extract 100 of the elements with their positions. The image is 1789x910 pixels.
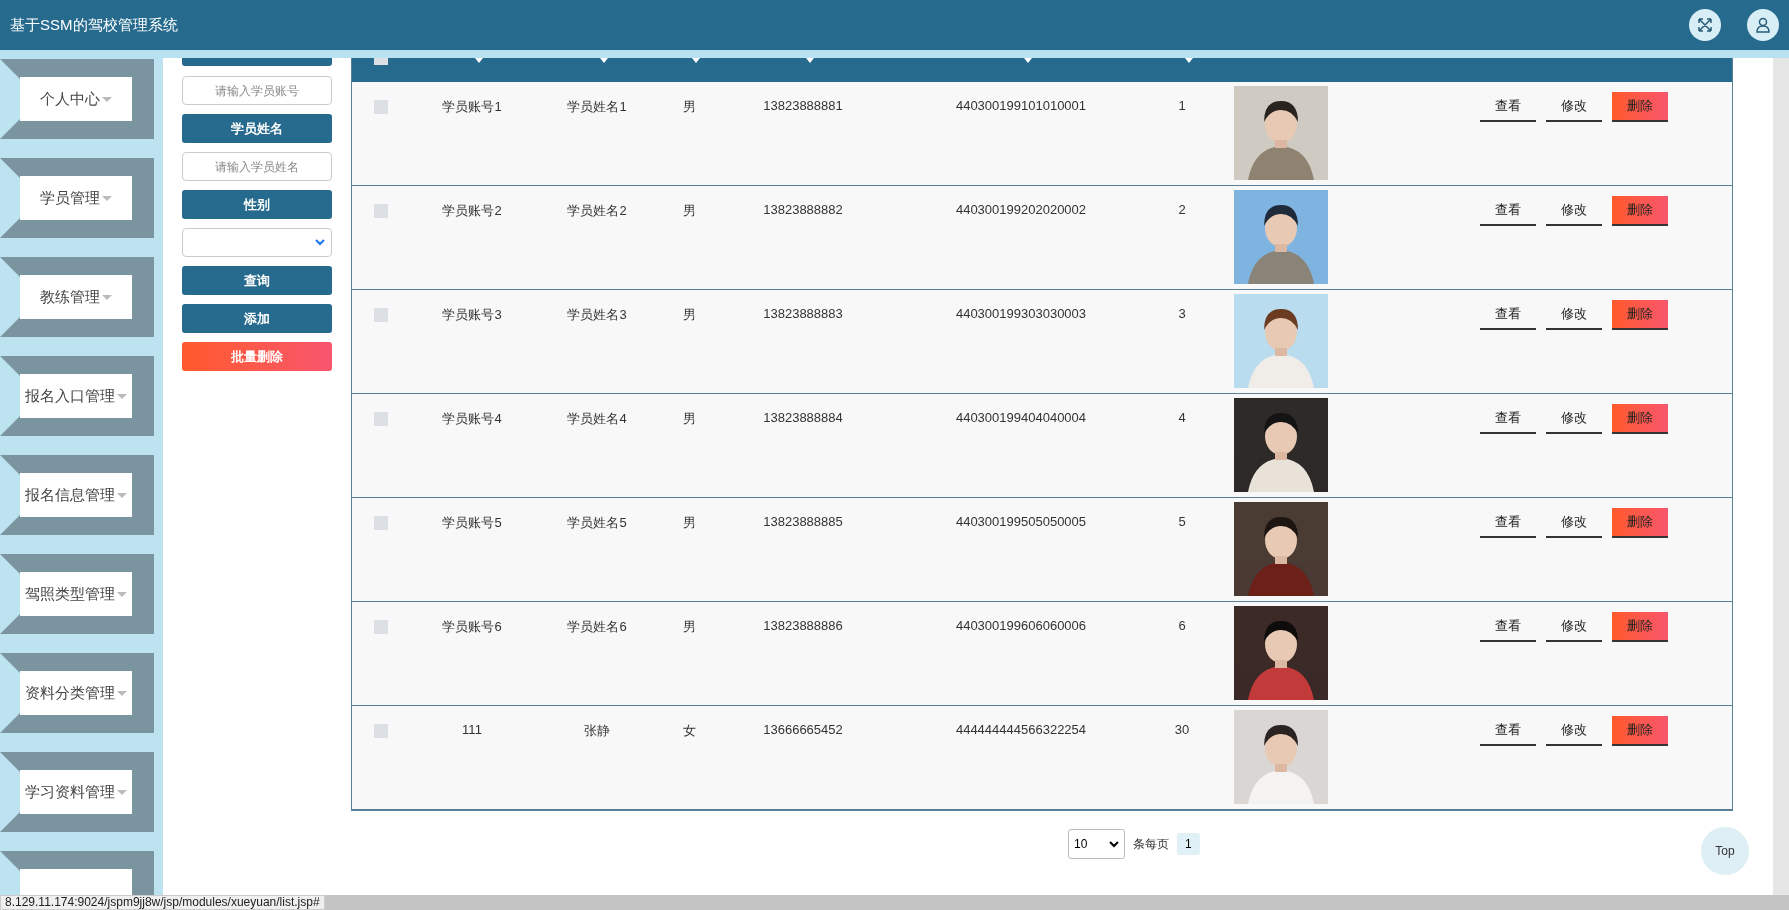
per-page-label: 条每页 [1133,835,1169,853]
sort-icon[interactable] [475,58,483,63]
status-url: 8.129.11.174:9024/jspm9jj8w/jsp/modules/xueyuan/list.jsp# [0,895,325,910]
table-cell-text: 5 [1177,513,1187,531]
table-cell-text: 6 [1177,617,1187,635]
table-cell-text: 13823888883 [762,305,844,323]
checkbox[interactable] [374,58,388,65]
table-cell-text: 444444444566322254 [954,721,1088,739]
table-cell-text: 学员姓名4 [566,410,628,428]
table-cell-text: 440300199505050005 [954,513,1088,531]
menu-item[interactable]: 报名信息管理 [0,455,154,535]
checkbox[interactable] [374,620,388,634]
view-button[interactable]: 查看 [1480,404,1536,434]
vertical-scrollbar[interactable] [1773,58,1789,895]
checkbox[interactable] [374,100,388,114]
view-button[interactable]: 查看 [1480,196,1536,226]
edit-button[interactable]: 修改 [1546,300,1602,330]
delete-button[interactable]: 删除 [1612,404,1668,434]
input-field[interactable]: 请输入学员姓名 [182,152,332,181]
checkbox[interactable] [374,308,388,322]
user-icon[interactable] [1747,9,1779,41]
table-cell-text: 学员账号6 [441,618,503,636]
action-button[interactable]: 查询 [182,266,332,295]
table-cell-text: 13823888884 [762,409,844,427]
menu-item[interactable]: 驾照类型管理 [0,554,154,634]
delete-button[interactable]: 删除 [1612,612,1668,642]
table-cell-text: 13823888886 [762,617,844,635]
delete-button[interactable]: 删除 [1612,196,1668,226]
view-button[interactable]: 查看 [1480,716,1536,746]
view-button[interactable]: 查看 [1480,612,1536,642]
horizontal-scrollbar[interactable] [324,895,1789,910]
sort-icon[interactable] [1185,58,1193,63]
table-cell-text: 学员账号2 [441,202,503,220]
table-cell-text: 13666665452 [762,721,844,739]
delete-button[interactable]: 删除 [1612,508,1668,538]
field-label: 性别 [182,190,332,219]
menu-item[interactable]: 个人中心 [0,59,154,139]
checkbox[interactable] [374,724,388,738]
table-cell-text: 1 [1177,97,1187,115]
input-field[interactable]: 请输入学员账号 [182,76,332,105]
table-cell-text: 男 [681,98,697,116]
menu-item[interactable]: 报名入口管理 [0,356,154,436]
menu-item[interactable]: 资料分类管理 [0,653,154,733]
table-cell-text: 111 [461,721,483,739]
view-button[interactable]: 查看 [1480,92,1536,122]
field-label: 学员姓名 [182,114,332,143]
chevron-icon [1109,840,1119,848]
table-cell-text: 13823888882 [762,201,844,219]
edit-button[interactable]: 修改 [1546,716,1602,746]
view-button[interactable]: 查看 [1480,300,1536,330]
table-cell-text: 440300199606060006 [954,617,1088,635]
edit-button[interactable]: 修改 [1546,508,1602,538]
checkbox[interactable] [374,516,388,530]
sort-icon[interactable] [600,58,608,63]
table-cell-text: 440300199404040004 [954,409,1088,427]
menu-item[interactable]: 学习资料管理 [0,752,154,832]
view-button[interactable]: 查看 [1480,508,1536,538]
table-cell-text: 学员姓名3 [566,306,628,324]
select-field[interactable] [182,228,332,257]
table-cell-text: 13823888881 [762,97,844,115]
table-cell-text: 440300199303030003 [954,305,1088,323]
table-cell-text: 学员姓名2 [566,202,628,220]
checkbox[interactable] [374,204,388,218]
back-to-top-button[interactable]: Top [1701,827,1749,875]
edit-button[interactable]: 修改 [1546,404,1602,434]
table-cell-text: 男 [681,410,697,428]
table-cell-text: 440300199101010001 [954,97,1088,115]
edit-button[interactable]: 修改 [1546,196,1602,226]
sort-icon[interactable] [692,58,700,63]
table-cell-text: 男 [681,202,697,220]
edit-button[interactable]: 修改 [1546,612,1602,642]
table-cell-text: 3 [1177,305,1187,323]
checkbox[interactable] [374,412,388,426]
chevron-icon [315,239,325,246]
menu-item[interactable]: 教练管理 [0,257,154,337]
app-title: 基于SSM的驾校管理系统 [10,15,179,35]
delete-button[interactable]: 删除 [1612,92,1668,122]
table-cell-text: 学员姓名5 [566,514,628,532]
table-cell-text: 学员姓名6 [566,618,628,636]
page-size-select[interactable]: 10 [1068,829,1125,859]
table-cell-text: 学员账号3 [441,306,503,324]
table-cell-text: 男 [681,306,697,324]
table-cell-text: 学员账号5 [441,514,503,532]
sort-icon[interactable] [806,58,814,63]
table-cell-text: 13823888885 [762,513,844,531]
table-cell-text: 男 [681,618,697,636]
page-number[interactable]: 1 [1177,833,1200,855]
table-cell-text: 4 [1177,409,1187,427]
table-cell-text: 男 [681,514,697,532]
table-cell-text: 学员账号1 [441,98,503,116]
delete-button[interactable]: 删除 [1612,716,1668,746]
menu-item[interactable]: 学员管理 [0,158,154,238]
action-button[interactable]: 添加 [182,304,332,333]
table-cell-text: 学员账号4 [441,410,503,428]
fullscreen-icon[interactable] [1689,9,1721,41]
table-cell-text: 张静 [583,722,611,740]
table-cell-text: 女 [681,722,697,740]
delete-button[interactable]: 删除 [1612,300,1668,330]
edit-button[interactable]: 修改 [1546,92,1602,122]
sort-icon[interactable] [1024,58,1032,63]
